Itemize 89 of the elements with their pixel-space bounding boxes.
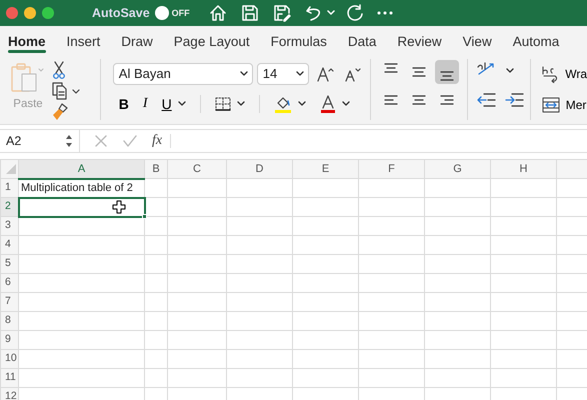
zoom-button[interactable] xyxy=(42,7,54,19)
stepper-icon xyxy=(65,134,73,148)
shrink-font-icon xyxy=(344,66,361,82)
align-bottom-icon xyxy=(440,71,454,81)
row-header[interactable]: 11 xyxy=(0,368,18,388)
merge-cells-icon xyxy=(542,97,560,113)
save-edit-icon[interactable] xyxy=(272,3,292,23)
redo-icon[interactable] xyxy=(344,3,365,23)
bold-button[interactable]: B xyxy=(118,97,129,111)
ribbon-tab[interactable]: Draw xyxy=(121,26,153,55)
chevron-icon[interactable] xyxy=(236,101,245,107)
borders-button[interactable] xyxy=(214,97,231,111)
increase-indent-button[interactable] xyxy=(504,91,524,109)
row-header[interactable]: 12 xyxy=(0,388,18,400)
cell-text: Multiplication table of 2 xyxy=(21,182,133,194)
minimize-button[interactable] xyxy=(24,7,36,19)
font-size-dropdown[interactable]: 14 xyxy=(256,63,309,85)
ribbon-tab[interactable]: Review xyxy=(397,26,442,55)
increase-indent-icon xyxy=(504,91,524,109)
row-header[interactable]: 7 xyxy=(0,292,18,312)
column-header[interactable]: A xyxy=(18,160,144,178)
row-header[interactable]: 3 xyxy=(0,216,18,236)
font-name-dropdown[interactable]: Al Bayan xyxy=(112,63,253,85)
chevron-icon[interactable] xyxy=(342,101,350,107)
cut-button[interactable] xyxy=(52,61,66,79)
row-header[interactable]: 8 xyxy=(0,312,18,330)
clipboard-icon xyxy=(10,61,46,93)
align-top-icon xyxy=(384,63,398,73)
align-bottom-button[interactable] xyxy=(435,60,460,84)
autosave-toggle[interactable]: OFF xyxy=(154,4,196,22)
paint-bucket-icon xyxy=(274,95,292,113)
home-icon[interactable] xyxy=(208,3,228,23)
chevron-icon xyxy=(240,71,248,77)
decrease-indent-button[interactable] xyxy=(476,91,496,109)
format-painter-button[interactable] xyxy=(52,103,68,121)
name-box[interactable]: A2 xyxy=(0,130,80,152)
chevron-icon[interactable] xyxy=(298,101,306,107)
crosshair-cursor-icon xyxy=(112,200,126,214)
corner-triangle-icon xyxy=(6,164,16,174)
copy-button[interactable] xyxy=(52,82,80,100)
decrease-indent-icon xyxy=(476,91,496,109)
ribbon-tab[interactable]: Data xyxy=(348,26,376,55)
save-icon[interactable] xyxy=(240,3,260,23)
grow-font-button[interactable] xyxy=(316,66,335,82)
column-header[interactable]: B xyxy=(144,160,168,178)
more-icon[interactable] xyxy=(376,11,393,15)
insert-function-button[interactable]: fx xyxy=(152,134,172,148)
row-header[interactable]: 9 xyxy=(0,330,18,350)
chevron-icon xyxy=(296,71,304,77)
font-color-icon xyxy=(320,95,336,113)
underline-button[interactable]: U xyxy=(162,97,172,111)
column-header[interactable]: C xyxy=(168,160,226,178)
merge-button[interactable]: Mer xyxy=(541,97,587,113)
borders-icon xyxy=(214,97,231,111)
row-header[interactable]: 6 xyxy=(0,274,18,292)
column-header[interactable]: E xyxy=(292,160,358,178)
font-color-button[interactable] xyxy=(320,95,336,113)
column-header[interactable]: H xyxy=(490,160,556,178)
grow-font-icon xyxy=(316,66,335,82)
ribbon-tab[interactable]: Page Layout xyxy=(174,26,250,55)
row-header[interactable]: 4 xyxy=(0,236,18,254)
ribbon-tab[interactable]: Home xyxy=(8,26,46,55)
column-header[interactable]: D xyxy=(226,160,292,178)
check-icon xyxy=(122,134,138,148)
column-header[interactable]: G xyxy=(424,160,490,178)
wrap-text-button[interactable]: Wra xyxy=(541,65,587,83)
ribbon-tab[interactable]: Formulas xyxy=(270,26,327,55)
ribbon-tab[interactable]: Automa xyxy=(512,26,560,55)
fill-handle[interactable] xyxy=(142,214,147,219)
scissors-icon xyxy=(52,61,66,79)
close-icon xyxy=(94,134,108,148)
active-cell[interactable] xyxy=(18,198,144,216)
chevron-icon[interactable] xyxy=(506,68,514,74)
row-header[interactable]: 2 xyxy=(0,198,18,216)
fill-color-button[interactable] xyxy=(274,95,292,113)
align-middle-icon xyxy=(412,67,426,77)
chevron-icon[interactable] xyxy=(178,101,186,107)
ribbon-tab[interactable]: Insert xyxy=(66,26,100,55)
ribbon-tab[interactable]: View xyxy=(462,26,492,55)
shrink-font-button[interactable] xyxy=(344,66,361,82)
italic-button[interactable]: I xyxy=(142,97,148,111)
row-header[interactable]: 1 xyxy=(0,178,18,198)
row-header[interactable]: 5 xyxy=(0,254,18,274)
copy-icon xyxy=(52,82,80,100)
wrap-text-icon xyxy=(541,65,560,83)
autosave-label: AutoSave xyxy=(92,4,150,22)
row-header[interactable]: 10 xyxy=(0,350,18,368)
brush-icon xyxy=(52,103,68,121)
column-header[interactable]: F xyxy=(358,160,424,178)
